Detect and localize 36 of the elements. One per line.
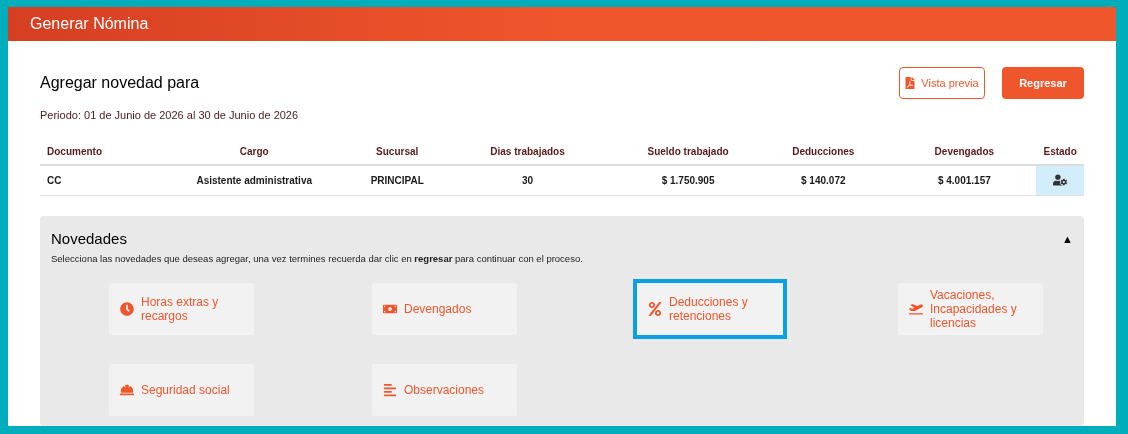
table-cell-text: $ 140.072 bbox=[801, 173, 846, 188]
column-header: Cargo bbox=[239, 145, 269, 157]
clock-icon bbox=[120, 301, 134, 316]
table-cell-text: PRINCIPAL bbox=[370, 173, 424, 188]
novedad-card[interactable]: Devengados bbox=[372, 282, 517, 335]
column-header: Documento bbox=[47, 145, 102, 157]
section-description: Selecciona las novedades que deseas agregar, una vez termines recuerda dar clic en regresar para continuar con el proceso. bbox=[51, 252, 584, 267]
novedad-card[interactable]: Vacaciones, Incapacidades y licencias bbox=[898, 282, 1043, 335]
section-title: Novedades bbox=[51, 228, 127, 249]
table-cell-text: CC bbox=[47, 173, 62, 188]
column-header: Deducciones bbox=[792, 145, 855, 157]
lines-icon bbox=[383, 382, 397, 397]
column-header: Devengados bbox=[934, 145, 995, 157]
column-header: Dias trabajados bbox=[490, 145, 565, 157]
column-header: Sucursal bbox=[376, 145, 419, 157]
page-heading: Agregar novedad para bbox=[40, 73, 201, 94]
novedad-card[interactable]: Seguridad social bbox=[109, 363, 254, 416]
period-text: Periodo: 01 de Junio de 2026 al 30 de Junio de 2026 bbox=[40, 108, 299, 124]
novedad-card[interactable]: Horas extras y recargos bbox=[109, 282, 254, 335]
preview-button[interactable]: Vista previa bbox=[899, 67, 985, 100]
pdf-icon bbox=[905, 77, 916, 90]
table-cell-text: 30 bbox=[522, 173, 534, 188]
hard-hat-icon bbox=[120, 382, 134, 397]
novedad-card[interactable]: Deducciones y retenciones bbox=[633, 278, 787, 339]
window-title: Generar Nómina bbox=[30, 14, 149, 35]
table-cell-text: Asistente administrativa bbox=[196, 173, 312, 188]
novedad-card[interactable]: Observaciones bbox=[372, 363, 517, 416]
user-settings-icon[interactable] bbox=[1053, 174, 1068, 187]
collapse-toggle[interactable]: ▲ bbox=[1062, 230, 1073, 248]
airplane-icon bbox=[909, 301, 923, 316]
column-header: Sueldo trabajado bbox=[647, 145, 729, 157]
percent-icon bbox=[648, 301, 662, 316]
table-cell-text: $ 4.001.157 bbox=[937, 173, 991, 188]
table-cell-text: $ 1.750.905 bbox=[661, 173, 715, 188]
column-header: Estado bbox=[1043, 145, 1077, 157]
back-button[interactable]: Regresar bbox=[1002, 67, 1084, 100]
